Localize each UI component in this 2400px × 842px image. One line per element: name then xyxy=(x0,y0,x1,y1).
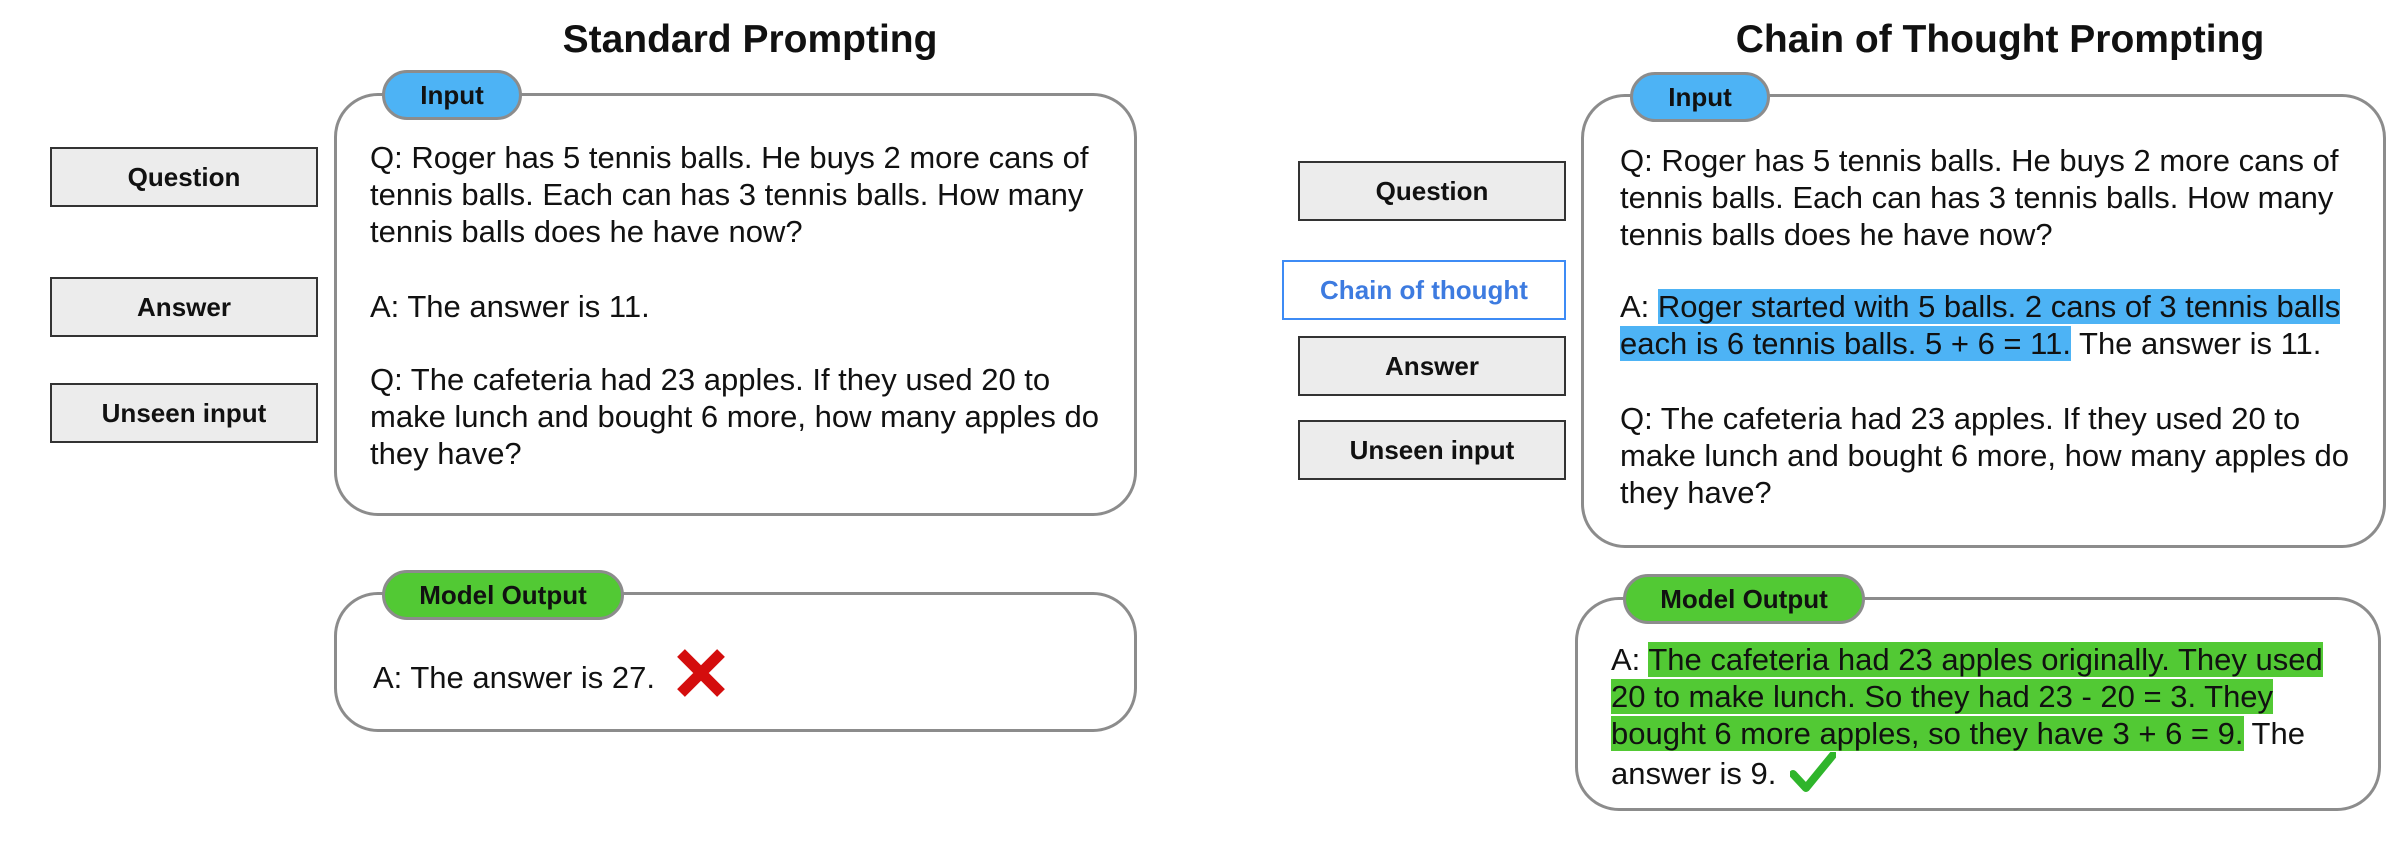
label-answer: Answer xyxy=(1298,336,1566,396)
label-chain-of-thought: Chain of thought xyxy=(1282,260,1566,320)
label-answer: Answer xyxy=(50,277,318,337)
cot-output: A: The cafeteria had 23 apples originall… xyxy=(1611,641,2351,800)
standard-input-tag: Input xyxy=(382,70,522,120)
check-mark-icon xyxy=(1789,751,1838,800)
standard-q1: Q: Roger has 5 tennis balls. He buys 2 m… xyxy=(370,140,1089,249)
cot-a1: A: Roger started with 5 balls. 2 cans of… xyxy=(1620,288,2360,362)
standard-a1: A: The answer is 11. xyxy=(370,289,650,324)
standard-q2: Q: The cafeteria had 23 apples. If they … xyxy=(370,362,1099,471)
cot-q2: Q: The cafeteria had 23 apples. If they … xyxy=(1620,401,2349,510)
standard-output-tag: Model Output xyxy=(382,570,624,620)
cot-title: Chain of Thought Prompting xyxy=(1735,18,2265,61)
label-unseen-input: Unseen input xyxy=(50,383,318,443)
cot-output-reasoning-highlight: The cafeteria had 23 apples originally. … xyxy=(1611,642,2323,751)
cot-output-tag: Model Output xyxy=(1623,574,1865,624)
cot-a1-answer: The answer is 11. xyxy=(2070,326,2322,361)
cot-a1-prefix: A: xyxy=(1620,289,1658,324)
label-unseen-input: Unseen input xyxy=(1298,420,1566,480)
standard-title: Standard Prompting xyxy=(562,18,938,61)
standard-output-text: A: The answer is 27. xyxy=(373,659,656,695)
label-question: Question xyxy=(50,147,318,207)
label-question: Question xyxy=(1298,161,1566,221)
cot-output-prefix: A: xyxy=(1611,642,1649,677)
cot-q1: Q: Roger has 5 tennis balls. He buys 2 m… xyxy=(1620,143,2339,252)
cot-input-tag: Input xyxy=(1630,72,1770,122)
cross-mark-icon xyxy=(673,645,729,709)
standard-output: A: The answer is 27. xyxy=(373,645,1093,709)
